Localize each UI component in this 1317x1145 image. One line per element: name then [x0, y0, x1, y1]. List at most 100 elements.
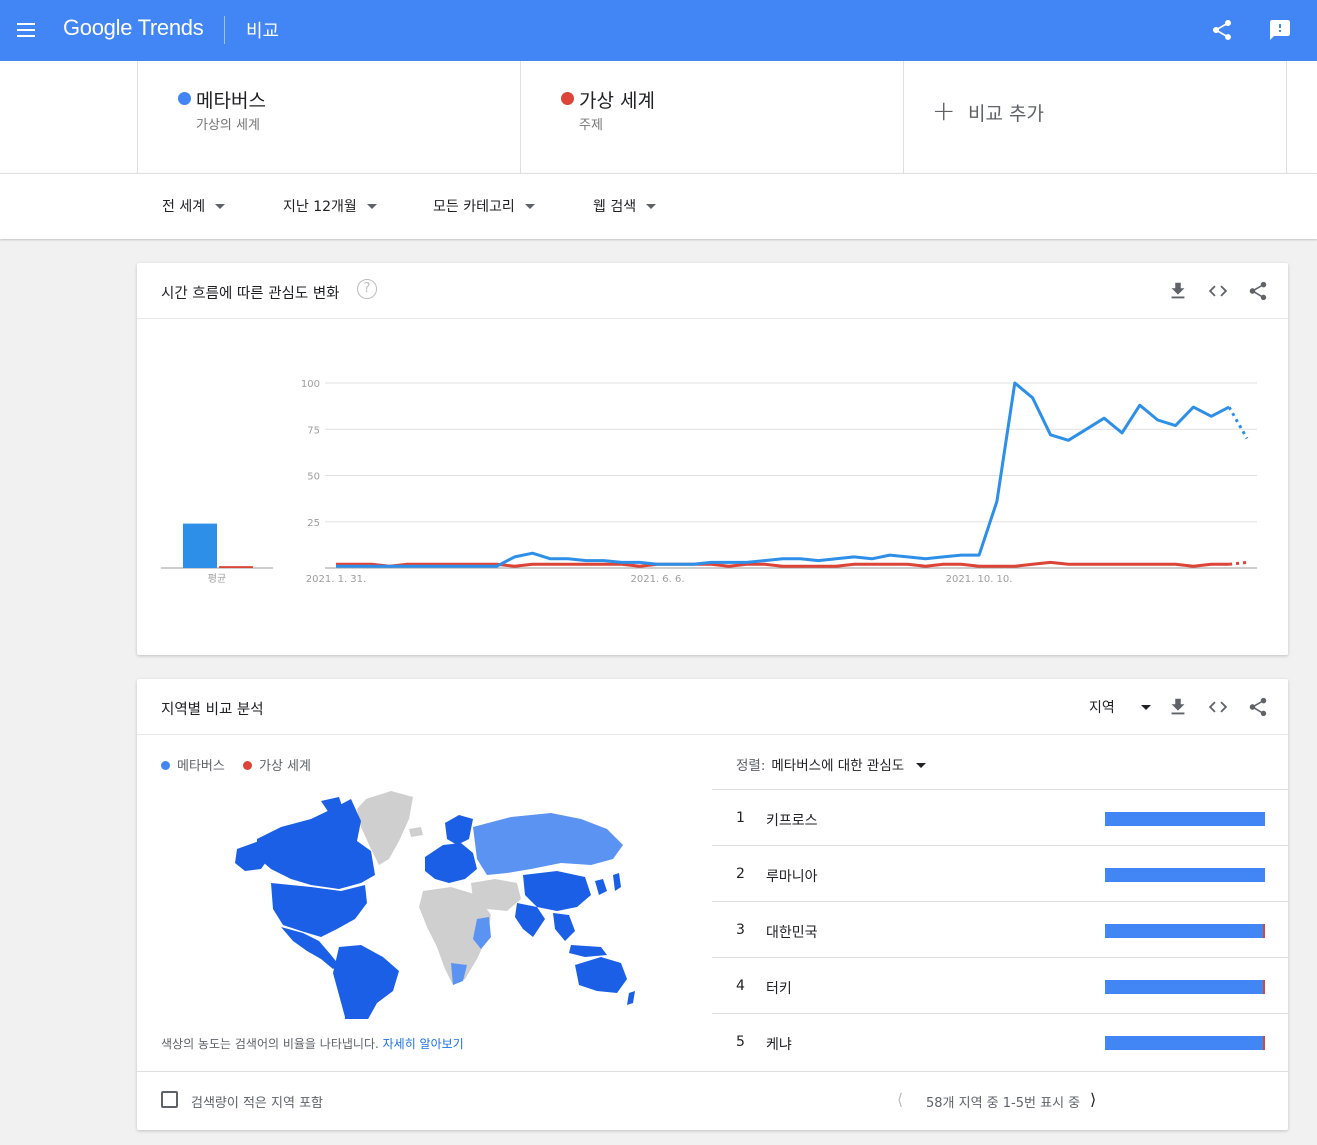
share-bar-metaverse [1105, 812, 1265, 826]
card-footer: 검색량이 적은 지역 포함 ⟨ 58개 지역 중 1-5번 표시 중 ⟩ [137, 1071, 1288, 1130]
legend-dot [161, 761, 170, 770]
y-tick-label: 50 [307, 472, 320, 483]
map-legend: 메타버스 가상 세계 [161, 755, 325, 774]
map-note-text: 색상의 농도는 검색어의 비율을 나타냅니다. [161, 1037, 379, 1051]
share-bar-metaverse [1105, 1036, 1263, 1050]
series-line-partial [1227, 406, 1249, 440]
dropdown-label: 지역 [1089, 700, 1115, 716]
feedback-icon[interactable] [1268, 18, 1292, 42]
map-region-scandinavia[interactable] [445, 815, 473, 845]
region-comparison-card: 지역별 비교 분석 지역 메타버스 가상 세계 색상의 농도는 검색어의 비율을… [137, 679, 1288, 1130]
pagination-text: 58개 지역 중 1-5번 표시 중 [926, 1096, 1081, 1111]
compare-terms-bar: 메타버스 가상의 세계 가상 세계 주제 + 비교 추가 [0, 61, 1317, 173]
world-map[interactable] [161, 779, 641, 1019]
share-bar-virtual-world [1263, 980, 1265, 994]
y-tick-label: 25 [307, 518, 320, 529]
filter-search-type[interactable]: 웹 검색 [593, 196, 657, 216]
region-row[interactable]: 3 대한민국 [712, 901, 1288, 957]
legend-item-metaverse: 메타버스 [161, 759, 225, 774]
map-region-korea-japan[interactable] [595, 873, 621, 895]
series-color-dot [561, 92, 574, 105]
low-volume-checkbox[interactable] [161, 1091, 178, 1108]
y-tick-label: 75 [307, 425, 320, 436]
map-region-china[interactable] [523, 871, 591, 911]
embed-icon[interactable] [1207, 280, 1229, 302]
term-type: 가상의 세계 [196, 118, 260, 133]
learn-more-link[interactable]: 자세히 알아보기 [383, 1037, 464, 1051]
map-region-canada[interactable] [257, 799, 375, 889]
series-line [336, 381, 1230, 568]
previous-page-icon[interactable]: ⟨ [897, 1090, 903, 1109]
term-card-virtual-world[interactable]: 가상 세계 주제 [520, 61, 903, 173]
share-icon[interactable] [1210, 18, 1234, 42]
region-name: 키프로스 [766, 813, 818, 829]
help-icon[interactable]: ? [357, 279, 377, 299]
filter-bar: 전 세계 지난 12개월 모든 카테고리 웹 검색 [0, 173, 1317, 239]
sort-value: 메타버스에 대한 관심도 [771, 758, 905, 774]
map-region-russia[interactable] [473, 813, 623, 875]
region-row[interactable]: 2 루마니아 [712, 845, 1288, 901]
map-region-australia[interactable] [575, 957, 627, 993]
top-app-bar: Google Trends 비교 [0, 0, 1317, 61]
filter-label: 지난 12개월 [283, 199, 357, 215]
card-title: 지역별 비교 분석 [161, 702, 264, 718]
download-icon[interactable] [1167, 696, 1189, 718]
interest-line-chart[interactable]: 25 50 75 100 2021. 1. 31. 2021. 6. 6. 2021. 10… [137, 319, 1288, 655]
map-region-southeast-asia[interactable] [553, 913, 607, 957]
card-header: 시간 흐름에 따른 관심도 변화 ? [137, 263, 1288, 319]
add-compare-button[interactable]: + 비교 추가 [903, 61, 1287, 173]
rank-number: 2 [736, 866, 745, 882]
legend-dot [242, 761, 252, 770]
x-tick-label: 2021. 1. 31. [306, 574, 366, 585]
map-region-new-zealand[interactable] [627, 991, 635, 1005]
region-resolution-dropdown[interactable]: 지역 [1089, 697, 1151, 717]
region-name: 루마니아 [766, 869, 818, 885]
region-row[interactable]: 5 케냐 [712, 1013, 1288, 1069]
rank-number: 1 [736, 810, 745, 826]
term-type: 주제 [579, 118, 603, 133]
caret-down-icon [524, 203, 535, 209]
map-region-iceland[interactable] [409, 827, 423, 837]
map-region-south-america[interactable] [333, 945, 399, 1019]
map-region-europe[interactable] [425, 843, 477, 883]
header-divider [224, 16, 225, 44]
share-icon[interactable] [1247, 696, 1269, 718]
region-row[interactable]: 1 키프로스 [712, 789, 1288, 845]
series-line-partial [1228, 560, 1248, 566]
sort-label: 정렬: [736, 758, 766, 774]
region-name: 케냐 [766, 1037, 792, 1053]
share-bar-virtual-world [1263, 924, 1265, 938]
region-name: 대한민국 [766, 925, 818, 941]
y-tick-label: 100 [301, 379, 320, 390]
share-bar-virtual-world [1263, 1036, 1265, 1050]
card-title: 시간 흐름에 따른 관심도 변화 [161, 286, 340, 302]
download-icon[interactable] [1167, 280, 1189, 302]
next-page-icon[interactable]: ⟩ [1090, 1090, 1096, 1109]
caret-down-icon [916, 762, 927, 768]
map-note: 색상의 농도는 검색어의 비율을 나타냅니다. 자세히 알아보기 [161, 1035, 464, 1052]
filter-label: 전 세계 [162, 199, 206, 215]
embed-icon[interactable] [1207, 696, 1229, 718]
term-card-metaverse[interactable]: 메타버스 가상의 세계 [137, 61, 520, 173]
map-region-southern-africa[interactable] [451, 963, 467, 985]
filter-label: 웹 검색 [593, 199, 637, 215]
low-volume-label: 검색량이 적은 지역 포함 [191, 1096, 323, 1111]
rank-number: 4 [736, 978, 745, 994]
region-row[interactable]: 4 터키 [712, 957, 1288, 1013]
legend-label: 가상 세계 [258, 759, 311, 774]
share-icon[interactable] [1247, 280, 1269, 302]
map-region-india[interactable] [515, 903, 545, 937]
filter-region[interactable]: 전 세계 [162, 196, 226, 216]
menu-icon[interactable] [14, 18, 38, 42]
google-trends-logo[interactable]: Google Trends [63, 15, 204, 41]
filter-category[interactable]: 모든 카테고리 [433, 196, 535, 216]
filter-label: 모든 카테고리 [433, 199, 515, 215]
term-name: 메타버스 [196, 90, 266, 112]
average-bar [219, 566, 253, 568]
plus-icon: + [932, 94, 956, 127]
x-tick-label: 2021. 6. 6. [630, 574, 684, 585]
legend-item-virtual-world: 가상 세계 [242, 759, 311, 774]
filter-time-range[interactable]: 지난 12개월 [283, 196, 377, 216]
sort-control[interactable]: 정렬: 메타버스에 대한 관심도 [736, 754, 927, 774]
average-bar [183, 523, 217, 568]
